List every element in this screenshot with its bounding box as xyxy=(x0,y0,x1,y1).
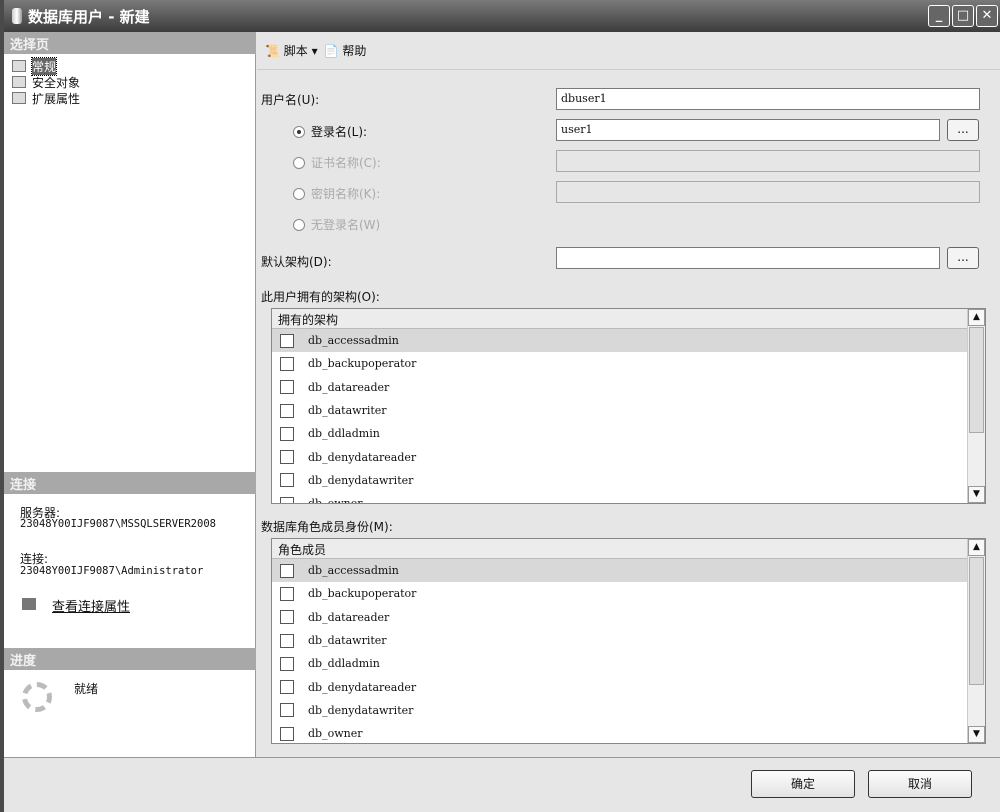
item-label: db_denydatawriter xyxy=(308,703,414,717)
list-item[interactable]: db_denydatawriter xyxy=(272,469,967,492)
list-item[interactable]: db_datawriter xyxy=(272,399,967,422)
list-item[interactable]: db_ddladmin xyxy=(272,652,967,675)
checkbox[interactable] xyxy=(280,633,294,648)
list-item[interactable]: db_backupoperator xyxy=(272,352,967,375)
footer: 确定 取消 xyxy=(4,757,1000,812)
item-label: db_denydatareader xyxy=(308,680,417,694)
progress-status: 就绪 xyxy=(74,682,99,696)
checkbox[interactable] xyxy=(280,656,294,671)
item-label: db_owner xyxy=(308,497,363,504)
database-icon xyxy=(12,8,22,24)
view-connection-properties-link[interactable]: 查看连接属性 xyxy=(52,596,130,615)
close-button[interactable]: ✕ xyxy=(976,5,998,27)
page-icon xyxy=(12,76,26,88)
list-item[interactable]: db_owner xyxy=(272,492,967,504)
item-label: db_denydatawriter xyxy=(308,473,414,487)
role-membership-list: 角色成员 db_accessadmin db_backupoperator db_d… xyxy=(271,538,986,744)
item-label: db_ddladmin xyxy=(308,427,380,441)
page-general[interactable]: 常规 xyxy=(4,56,80,76)
item-label: db_datawriter xyxy=(308,634,387,648)
item-label: db_accessadmin xyxy=(308,564,399,578)
list-item[interactable]: db_denydatawriter xyxy=(272,699,967,722)
title-bar: 数据库用户 - 新建 _ □ ✕ xyxy=(4,0,1000,32)
page-icon xyxy=(12,92,26,104)
checkbox[interactable] xyxy=(280,586,294,601)
list-item[interactable]: db_denydatareader xyxy=(272,675,967,698)
dialog-window: 数据库用户 - 新建 _ □ ✕ 选择页 常规 安全对象 扩展属性 连接 服务器… xyxy=(0,0,1000,812)
list-item[interactable]: db_accessadmin xyxy=(272,559,967,583)
owned-schemas-list: 拥有的架构 db_accessadmin db_backupoperator db_… xyxy=(271,308,986,504)
schema-browse-button[interactable]: ... xyxy=(947,247,979,269)
item-label: db_datareader xyxy=(308,380,390,394)
item-label: db_accessadmin xyxy=(308,334,399,348)
checkbox[interactable] xyxy=(280,726,294,741)
select-page-header: 选择页 xyxy=(4,32,256,54)
item-label: db_backupoperator xyxy=(308,587,417,601)
cancel-button[interactable]: 取消 xyxy=(868,770,972,798)
scrollbar[interactable]: ▲ ▼ xyxy=(967,539,985,743)
checkbox[interactable] xyxy=(280,703,294,718)
server-value: 23048Y00IJF9087\MSSQLSERVER2008 xyxy=(20,518,216,530)
certificate-input[interactable] xyxy=(556,150,980,172)
page-extended-properties[interactable]: 扩展属性 xyxy=(4,90,80,106)
maximize-button[interactable]: □ xyxy=(952,5,974,27)
left-panel: 选择页 常规 安全对象 扩展属性 连接 服务器: 23048Y00IJF9087… xyxy=(4,32,256,757)
item-label: db_owner xyxy=(308,727,363,741)
connection-properties-icon xyxy=(22,598,36,610)
connection-header: 连接 xyxy=(4,472,256,494)
progress-header: 进度 xyxy=(4,648,256,670)
default-schema-input[interactable] xyxy=(556,247,940,269)
list-item[interactable]: db_datareader xyxy=(272,606,967,629)
toolbar: 📜 脚本 ▾ 📄 帮助 xyxy=(257,32,1000,70)
list-item[interactable]: db_datawriter xyxy=(272,629,967,652)
username-input[interactable]: dbuser1 xyxy=(556,88,980,110)
main-panel: 📜 脚本 ▾ 📄 帮助 用户名(U): dbuser1 登录名(L): user… xyxy=(257,32,1000,757)
window-title: 数据库用户 - 新建 xyxy=(28,7,150,26)
list-item[interactable]: db_backupoperator xyxy=(272,582,967,605)
checkbox[interactable] xyxy=(280,563,294,578)
list-item[interactable]: db_denydatareader xyxy=(272,445,967,468)
minimize-button[interactable]: _ xyxy=(928,5,950,27)
username-label: 用户名(U): xyxy=(261,93,320,107)
item-label: db_ddladmin xyxy=(308,657,380,671)
ok-button[interactable]: 确定 xyxy=(751,770,855,798)
default-schema-label: 默认架构(D): xyxy=(261,255,332,269)
login-radio[interactable]: 登录名(L): xyxy=(293,123,367,140)
item-label: db_datawriter xyxy=(308,404,387,418)
checkbox[interactable] xyxy=(280,496,294,503)
checkbox[interactable] xyxy=(280,380,294,395)
checkbox[interactable] xyxy=(280,450,294,465)
page-securables[interactable]: 安全对象 xyxy=(4,74,80,90)
script-button[interactable]: 📜 脚本 ▾ xyxy=(265,42,318,59)
list-item[interactable]: db_owner xyxy=(272,722,967,743)
checkbox[interactable] xyxy=(280,680,294,695)
page-icon xyxy=(12,60,26,72)
item-label: db_datareader xyxy=(308,610,390,624)
checkbox[interactable] xyxy=(280,473,294,488)
role-membership-label: 数据库角色成员身份(M): xyxy=(261,520,393,534)
login-input[interactable]: user1 xyxy=(556,119,940,141)
owned-schemas-column-header[interactable]: 拥有的架构 xyxy=(272,309,985,329)
checkbox[interactable] xyxy=(280,426,294,441)
key-input[interactable] xyxy=(556,181,980,203)
certificate-radio[interactable]: 证书名称(C): xyxy=(293,154,381,171)
help-button[interactable]: 📄 帮助 xyxy=(324,42,367,59)
no-login-radio[interactable]: 无登录名(W) xyxy=(293,216,380,233)
item-label: db_denydatareader xyxy=(308,450,417,464)
checkbox[interactable] xyxy=(280,403,294,418)
scrollbar[interactable]: ▲ ▼ xyxy=(967,309,985,503)
checkbox[interactable] xyxy=(280,610,294,625)
progress-spinner-icon xyxy=(22,682,52,712)
item-label: db_backupoperator xyxy=(308,357,417,371)
list-item[interactable]: db_datareader xyxy=(272,376,967,399)
list-item[interactable]: db_ddladmin xyxy=(272,422,967,445)
login-browse-button[interactable]: ... xyxy=(947,119,979,141)
role-members-column-header[interactable]: 角色成员 xyxy=(272,539,985,559)
list-item[interactable]: db_accessadmin xyxy=(272,329,967,353)
checkbox[interactable] xyxy=(280,333,294,348)
connection-value: 23048Y00IJF9087\Administrator xyxy=(20,565,204,577)
checkbox[interactable] xyxy=(280,356,294,371)
key-radio[interactable]: 密钥名称(K): xyxy=(293,185,380,202)
owned-schemas-label: 此用户拥有的架构(O): xyxy=(261,290,380,304)
